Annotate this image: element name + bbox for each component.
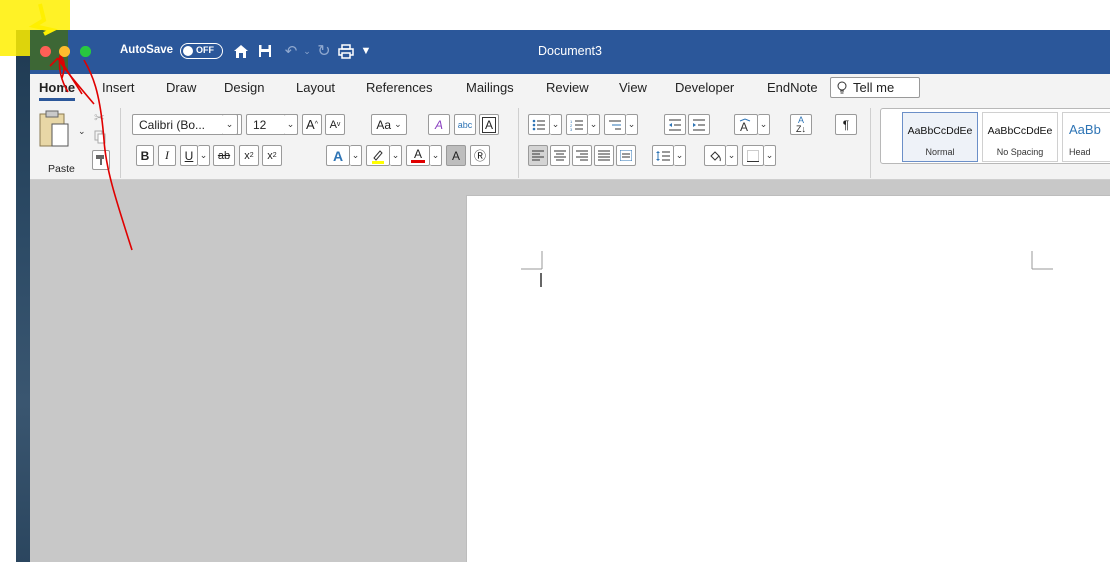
annotation-strokes — [28, 3, 133, 251]
